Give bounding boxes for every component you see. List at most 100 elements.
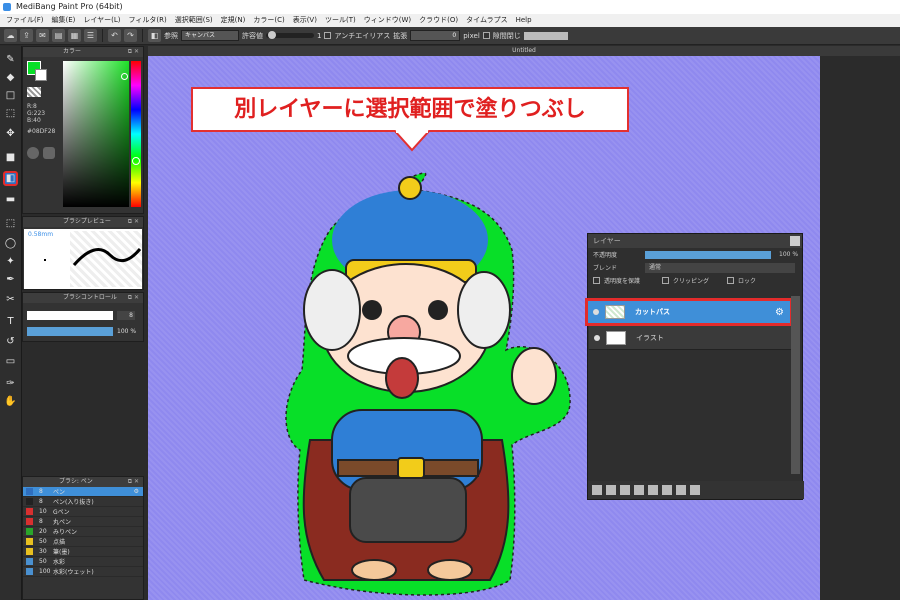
layer-options-row: 透明度を保護 クリッピング ロック (588, 274, 802, 287)
new-folder-icon[interactable] (648, 485, 658, 495)
delete-layer-icon[interactable] (690, 485, 700, 495)
operation-tool-icon[interactable]: ↺ (3, 334, 18, 349)
color-history-icon[interactable] (43, 147, 55, 159)
brush-control-header: ブラシコントロール ⧉ ✕ (23, 293, 143, 303)
magic-wand-icon[interactable]: ✦ (3, 254, 18, 269)
brush-tool-icon[interactable]: ✎ (3, 52, 18, 67)
layer-item-illustration[interactable]: イラスト (589, 326, 791, 350)
brush-list-item[interactable]: 8 ペン(入り抜き) (23, 497, 143, 507)
brush-list-item[interactable]: 10 Gペン (23, 507, 143, 517)
transparent-swatch[interactable] (27, 87, 41, 97)
gradient-tool-icon[interactable]: ▬ (3, 192, 18, 207)
menu-color[interactable]: カラー(C) (249, 14, 288, 27)
undo-icon[interactable]: ↶ (108, 29, 121, 42)
layer-thumbnail (606, 330, 626, 345)
page-icon[interactable]: ▤ (52, 29, 65, 42)
bucket-tool-icon[interactable]: ◧ (3, 171, 18, 186)
grid-icon[interactable]: ▦ (68, 29, 81, 42)
upload-icon[interactable]: ⇪ (20, 29, 33, 42)
new-layer-icon[interactable] (592, 485, 602, 495)
panel-menu-icon[interactable]: ⧉ ✕ (128, 217, 139, 227)
move-tool-icon[interactable]: ✥ (3, 126, 18, 141)
menu-file[interactable]: ファイル(F) (2, 14, 48, 27)
frame-tool-icon[interactable]: ▭ (3, 354, 18, 369)
gear-icon[interactable]: ⚙ (775, 307, 784, 318)
brush-color-swatch (26, 558, 33, 565)
menu-timelapse[interactable]: タイムラプス (462, 14, 512, 27)
menu-window[interactable]: ウィンドウ(W) (360, 14, 415, 27)
close-gap-checkbox[interactable] (482, 32, 490, 39)
brush-color-swatch (26, 498, 33, 505)
selection-pen-icon[interactable]: ✒ (3, 272, 18, 287)
hand-tool-icon[interactable]: ✋ (3, 394, 18, 409)
menu-layer[interactable]: レイヤー(L) (79, 14, 124, 27)
tolerance-slider[interactable] (266, 31, 314, 39)
new-8bit-layer-icon[interactable] (620, 485, 630, 495)
menu-tool[interactable]: ツール(T) (321, 14, 360, 27)
layer-visibility-icon[interactable] (593, 309, 599, 315)
layer-blend-select[interactable]: 通常 (645, 262, 795, 273)
select-tool-icon[interactable]: ⬚ (3, 106, 18, 121)
rect-fill-icon[interactable]: ■ (3, 150, 18, 165)
ref-select[interactable]: キャンバス (181, 30, 239, 41)
eyedropper-tool-icon[interactable]: ✑ (3, 376, 18, 391)
layer-opacity-slider[interactable] (645, 250, 771, 259)
lock-checkbox[interactable] (727, 277, 734, 284)
layer-scrollbar[interactable] (791, 296, 800, 474)
brush-size-value[interactable]: 8 (117, 311, 135, 320)
layer-visibility-icon[interactable] (594, 334, 600, 341)
brush-list-item[interactable]: 50 水彩 (23, 557, 143, 567)
menu-help[interactable]: Help (512, 14, 536, 27)
menu-view[interactable]: 表示(V) (289, 14, 321, 27)
marquee-tool-icon[interactable]: ⬚ (3, 216, 18, 231)
protect-alpha-checkbox[interactable] (593, 277, 600, 284)
eraser-tool-icon[interactable]: ◆ (3, 70, 18, 85)
dot-tool-icon[interactable]: □ (3, 88, 18, 103)
text-tool-icon[interactable]: T (3, 314, 18, 329)
antialias-checkbox[interactable] (324, 32, 332, 39)
selection-eraser-icon[interactable]: ✂ (3, 292, 18, 307)
brush-list-item[interactable]: 20 みりペン (23, 527, 143, 537)
clipping-checkbox[interactable] (662, 277, 669, 284)
panel-menu-icon[interactable]: ⧉ ✕ (128, 47, 139, 57)
layer-panel-close-button[interactable] (790, 236, 800, 246)
add-layer-menu-icon[interactable] (634, 485, 644, 495)
menu-cloud[interactable]: クラウド(O) (415, 14, 462, 27)
hue-cursor[interactable] (132, 157, 140, 165)
background-color-swatch[interactable] (35, 69, 47, 81)
comment-icon[interactable]: ✉ (36, 29, 49, 42)
hue-slider[interactable] (131, 61, 141, 207)
brush-list-item[interactable]: 100 水彩(ウェット) (23, 567, 143, 577)
lasso-tool-icon[interactable]: ◯ (3, 236, 18, 251)
expand-input[interactable]: 0 (410, 30, 461, 41)
panel-menu-icon[interactable]: ⧉ ✕ (128, 293, 139, 303)
layer-opacity-label: 不透明度 (593, 252, 618, 259)
menu-edit[interactable]: 編集(E) (48, 14, 80, 27)
brush-list-item[interactable]: 8 ペン ⚙ (23, 487, 143, 497)
menu-selection[interactable]: 選択範囲(S) (171, 14, 217, 27)
picker-cursor[interactable] (121, 73, 128, 80)
panel-menu-icon[interactable]: ⧉ ✕ (128, 477, 139, 487)
redo-icon[interactable]: ↷ (124, 29, 137, 42)
brush-opacity-slider[interactable] (27, 327, 113, 336)
brush-size-slider[interactable] (27, 311, 113, 320)
brush-list-item[interactable]: 30 筆(墨) (23, 547, 143, 557)
cloud-icon[interactable]: ☁ (4, 29, 17, 42)
slider-knob[interactable] (268, 31, 276, 39)
canvas-tab[interactable]: Untitled (148, 46, 900, 56)
close-gap-slider[interactable] (523, 31, 568, 40)
menu-filter[interactable]: フィルタ(R) (125, 14, 171, 27)
protect-alpha-label: 透明度を保護 (604, 278, 641, 285)
gear-icon[interactable]: ⚙ (134, 488, 139, 495)
brush-list-item[interactable]: 50 点描 (23, 537, 143, 547)
layer-item-cut-path[interactable]: カットパス ⚙ (585, 298, 793, 326)
merge-down-icon[interactable] (676, 485, 686, 495)
list-icon[interactable]: ☰ (84, 29, 97, 42)
saturation-value-picker[interactable] (63, 61, 129, 207)
palette-icon[interactable] (27, 147, 39, 159)
new-halftone-layer-icon[interactable] (606, 485, 616, 495)
menu-ruler[interactable]: 定規(N) (217, 14, 250, 27)
duplicate-layer-icon[interactable] (662, 485, 672, 495)
brush-name: ペン (53, 489, 66, 496)
brush-list-item[interactable]: 8 丸ペン (23, 517, 143, 527)
